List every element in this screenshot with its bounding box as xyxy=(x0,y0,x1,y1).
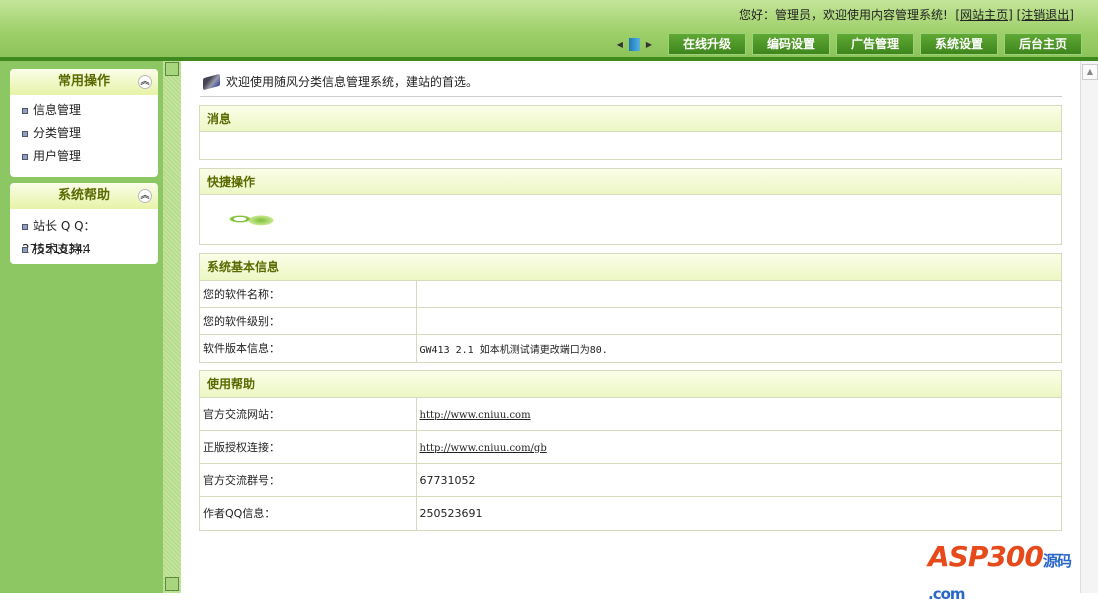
row-value: 67731052 xyxy=(416,463,1061,497)
logout-link[interactable]: [注销退出] xyxy=(1017,8,1074,22)
official-site-link[interactable]: http://www.cniuu.com xyxy=(420,410,531,421)
bullet-icon xyxy=(22,246,28,253)
sidebar-item-info[interactable]: 信息管理 xyxy=(10,99,158,122)
collapse-icon[interactable]: ︽ xyxy=(138,189,152,203)
row-label: 您的软件名称： xyxy=(200,280,417,308)
table-row: 官方交流网站： http://www.cniuu.com xyxy=(200,397,1061,431)
nav-ad-management[interactable]: 广告管理 xyxy=(836,33,914,55)
collapse-sidebar-button[interactable] xyxy=(165,62,179,76)
site-home-link[interactable]: [网站主页] xyxy=(955,8,1012,22)
table-row: 作者QQ信息： 250523691 xyxy=(200,496,1061,530)
panel-system-help: 系统帮助 ︽ 站长 Q Q：275518344 技术支持：250523691 xyxy=(10,183,158,264)
top-nav: ◀ ▶ 在线升级 编码设置 广告管理 系统设置 后台主页 xyxy=(617,33,1082,55)
table-row: 您的软件级别： xyxy=(200,307,1061,335)
row-label: 正版授权连接： xyxy=(200,430,417,464)
panel-common-ops: 常用操作 ︽ 信息管理 分类管理 用户管理 xyxy=(10,69,158,177)
sidebar-item-support: 技术支持：250523691 xyxy=(10,238,158,261)
item-label: 信息管理 xyxy=(33,103,82,117)
table-row: 正版授权连接： http://www.cniuu.com/gb xyxy=(200,430,1061,464)
logo-text: ASP300 xyxy=(928,540,1044,573)
sidebar-splitter[interactable] xyxy=(163,61,181,593)
row-label: 作者QQ信息： xyxy=(200,496,417,530)
sidebar-item-category[interactable]: 分类管理 xyxy=(10,122,158,145)
collapse-icon[interactable]: ︽ xyxy=(138,75,152,89)
leaf-logo-icon[interactable] xyxy=(222,205,282,233)
row-value: GW413 2.1 如本机测试请更改端口为80. xyxy=(416,334,1061,362)
panel-title: 常用操作 xyxy=(57,74,110,89)
welcome-line: 欢迎使用随风分类信息管理系统，建站的首选。 xyxy=(203,73,478,90)
section-title: 系统基本信息 xyxy=(200,254,1061,280)
nav-admin-home[interactable]: 后台主页 xyxy=(1004,33,1082,55)
panel-title: 系统帮助 xyxy=(57,188,110,203)
item-label: 技术支持：250523691 xyxy=(33,242,94,256)
table-row: 软件版本信息： GW413 2.1 如本机测试请更改端口为80. xyxy=(200,334,1061,362)
arrow-left-icon[interactable]: ◀ xyxy=(617,40,623,49)
row-label: 您的软件级别： xyxy=(200,307,417,335)
book-icon xyxy=(628,37,640,51)
item-label: 用户管理 xyxy=(33,149,82,163)
sidebar: 常用操作 ︽ 信息管理 分类管理 用户管理 系统帮助 ︽ 站长 Q Q：275518… xyxy=(0,61,163,593)
bullet-icon xyxy=(22,107,28,114)
nav-system-settings[interactable]: 系统设置 xyxy=(920,33,998,55)
sidebar-item-owner-qq: 站长 Q Q：275518344 xyxy=(10,215,158,256)
table-row: 官方交流群号： 67731052 xyxy=(200,463,1061,497)
splitter-bottom-button[interactable] xyxy=(165,577,179,591)
divider xyxy=(200,96,1062,97)
section-title: 使用帮助 xyxy=(200,371,1061,397)
bullet-icon xyxy=(22,223,28,230)
greeting-bar: 您好：管理员，欢迎使用内容管理系统! [网站主页] [注销退出] xyxy=(739,6,1074,23)
section-help: 使用帮助 官方交流网站： http://www.cniuu.com 正版授权连接：… xyxy=(199,370,1062,531)
book-icon xyxy=(203,73,220,90)
row-label: 官方交流网站： xyxy=(200,397,417,431)
table-row: 您的软件名称： xyxy=(200,280,1061,308)
row-label: 官方交流群号： xyxy=(200,463,417,497)
section-title: 消息 xyxy=(200,106,1061,132)
watermark-logo: ASP300源码 .com xyxy=(928,540,1098,606)
section-quick-ops: 快捷操作 xyxy=(199,168,1062,245)
greeting-text: 您好：管理员，欢迎使用内容管理系统! xyxy=(738,8,948,22)
sidebar-item-users[interactable]: 用户管理 xyxy=(10,145,158,168)
section-title: 快捷操作 xyxy=(200,169,1061,195)
header: 您好：管理员，欢迎使用内容管理系统! [网站主页] [注销退出] ◀ ▶ 在线升… xyxy=(0,0,1098,61)
section-system-info: 系统基本信息 您的软件名称： 您的软件级别： 软件版本信息： GW413 2.1 … xyxy=(199,253,1062,363)
bullet-icon xyxy=(22,130,28,137)
nav-scroller: ◀ ▶ xyxy=(617,37,652,51)
welcome-text: 欢迎使用随风分类信息管理系统，建站的首选。 xyxy=(226,75,479,89)
bullet-icon xyxy=(22,153,28,160)
row-label: 软件版本信息： xyxy=(200,334,417,362)
nav-encoding-settings[interactable]: 编码设置 xyxy=(752,33,830,55)
item-label: 分类管理 xyxy=(33,126,82,140)
scroll-up-icon[interactable]: ▲ xyxy=(1082,64,1098,80)
license-link[interactable]: http://www.cniuu.com/gb xyxy=(420,443,547,454)
row-value: 250523691 xyxy=(416,496,1061,530)
vertical-scrollbar[interactable]: ▲ xyxy=(1080,61,1098,593)
row-value xyxy=(416,280,1061,308)
row-value xyxy=(416,307,1061,335)
section-messages: 消息 xyxy=(199,105,1062,160)
nav-online-upgrade[interactable]: 在线升级 xyxy=(668,33,746,55)
arrow-right-icon[interactable]: ▶ xyxy=(646,40,652,49)
